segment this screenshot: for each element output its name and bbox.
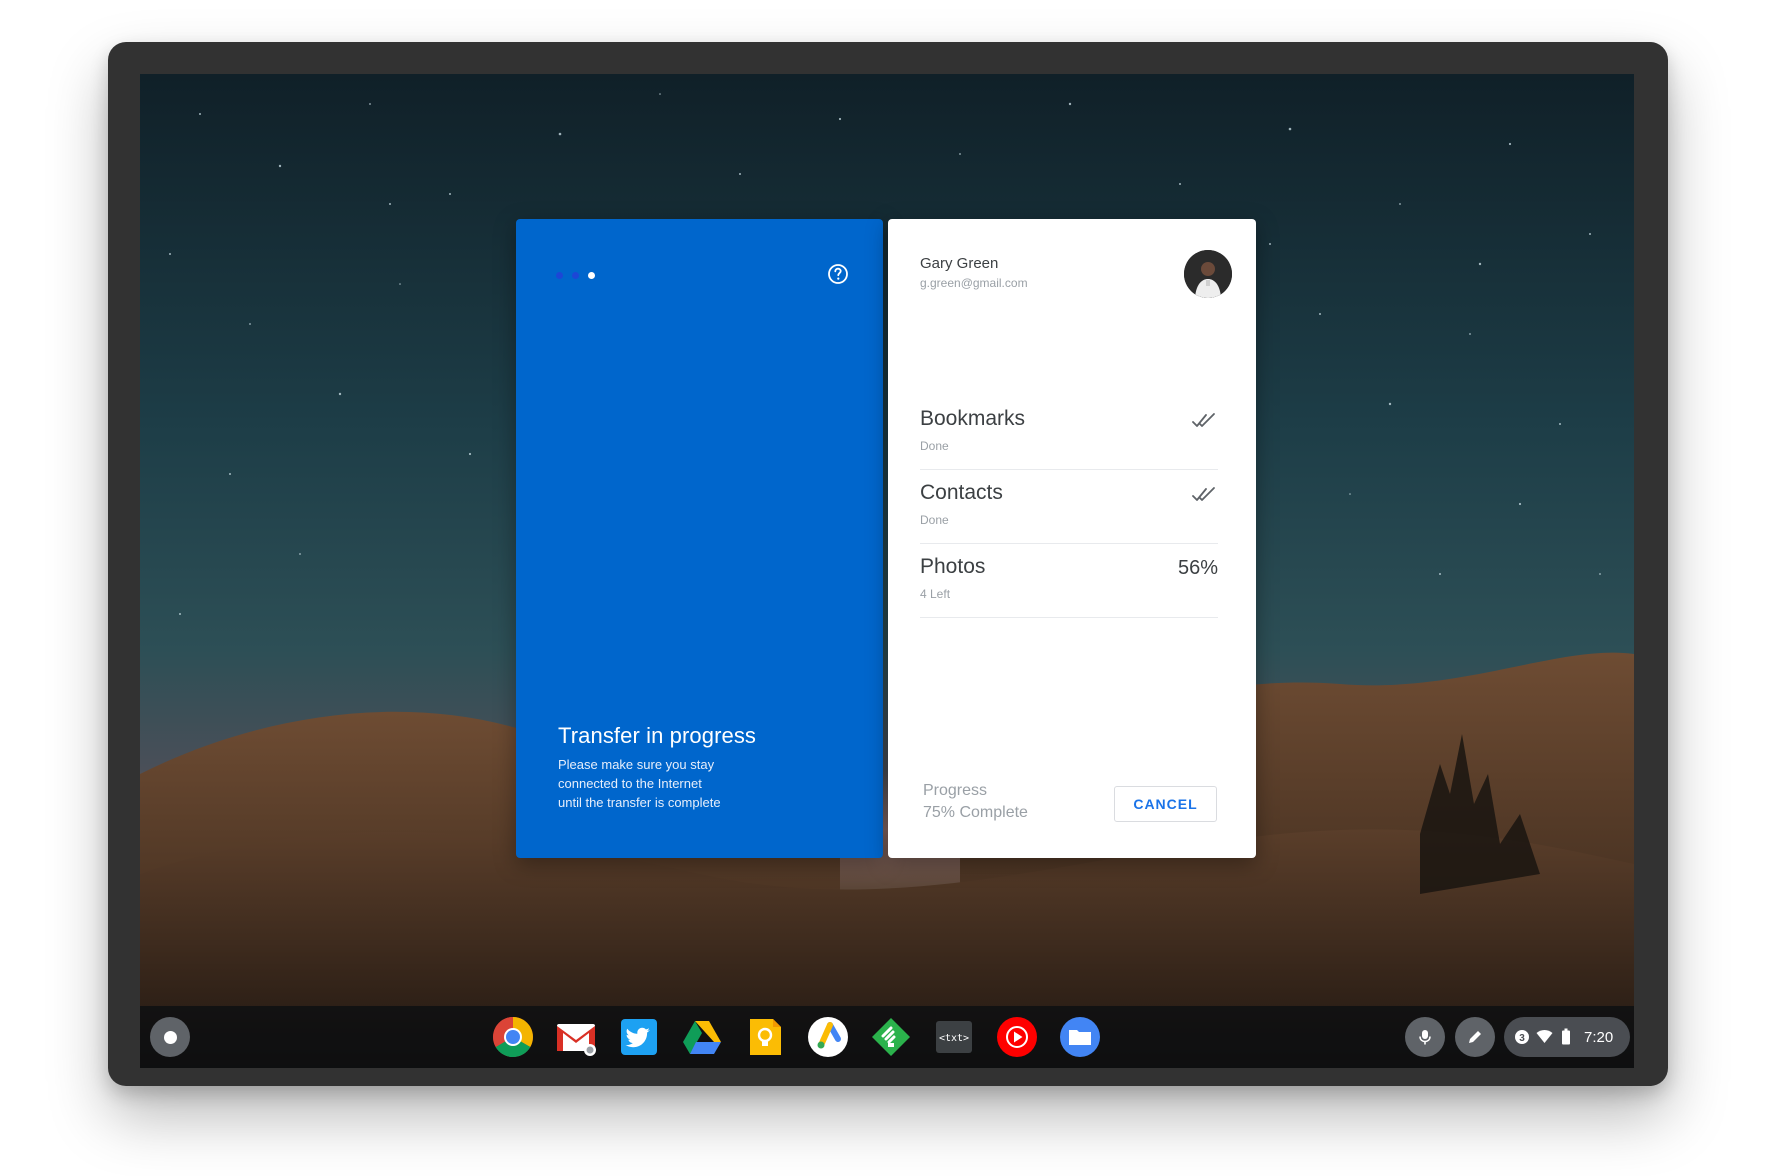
gmail-icon[interactable] bbox=[554, 1015, 598, 1059]
avatar bbox=[1184, 250, 1232, 298]
twitter-icon[interactable] bbox=[617, 1015, 661, 1059]
progress-label: Progress bbox=[923, 782, 988, 799]
google-keep-icon[interactable] bbox=[743, 1015, 787, 1059]
sync-row-contacts: Contacts Done bbox=[920, 469, 1218, 544]
wallpaper bbox=[140, 74, 1634, 1068]
status-tray[interactable]: 3 7:20 bbox=[1504, 1017, 1630, 1057]
wifi-icon bbox=[1536, 1030, 1553, 1043]
battery-icon bbox=[1562, 1028, 1570, 1045]
transfer-message-line: connected to the Internet bbox=[558, 776, 702, 791]
sync-item-label: Contacts bbox=[920, 481, 1003, 504]
files-icon[interactable] bbox=[1058, 1015, 1102, 1059]
sync-item-status: Done bbox=[920, 513, 949, 527]
transfer-message-line: until the transfer is complete bbox=[558, 795, 721, 810]
sync-status-card: Gary Green g.green@gmail.com Bookmarks D… bbox=[888, 219, 1256, 858]
chrome-icon[interactable] bbox=[491, 1015, 535, 1059]
microphone-button[interactable] bbox=[1405, 1017, 1445, 1057]
sync-row-photos: Photos 4 Left 56% bbox=[920, 543, 1218, 618]
help-icon[interactable] bbox=[827, 263, 849, 285]
step-dot bbox=[556, 271, 563, 279]
pen-icon bbox=[1469, 1031, 1481, 1043]
google-ads-icon[interactable] bbox=[806, 1015, 850, 1059]
microphone-icon bbox=[1419, 1030, 1431, 1045]
text-editor-label: <txt> bbox=[939, 1033, 969, 1044]
cancel-button[interactable]: CANCEL bbox=[1114, 786, 1217, 822]
notification-count: 3 bbox=[1519, 1033, 1525, 1044]
launcher-button[interactable] bbox=[150, 1017, 190, 1057]
shelf: <txt> 3 7:20 bbox=[140, 1006, 1634, 1068]
account-name: Gary Green bbox=[920, 255, 999, 272]
youtube-music-icon[interactable] bbox=[995, 1015, 1039, 1059]
double-check-icon bbox=[1192, 413, 1215, 427]
sync-item-status: 4 Left bbox=[920, 587, 951, 601]
clock: 7:20 bbox=[1584, 1029, 1614, 1046]
transfer-card: Transfer in progress Please make sure yo… bbox=[516, 219, 883, 858]
transfer-title: Transfer in progress bbox=[558, 723, 757, 748]
progress-value: 75% Complete bbox=[923, 804, 1028, 821]
transfer-message-line: Please make sure you stay bbox=[558, 757, 715, 772]
sync-item-status: Done bbox=[920, 439, 949, 453]
sync-row-bookmarks: Bookmarks Done bbox=[920, 395, 1218, 470]
step-dot-active bbox=[588, 271, 595, 279]
sync-item-percent: 56% bbox=[1177, 557, 1218, 579]
notification-count-icon: 3 bbox=[1515, 1030, 1529, 1044]
desktop-screen: Transfer in progress Please make sure yo… bbox=[140, 74, 1634, 1068]
stylus-button[interactable] bbox=[1455, 1017, 1495, 1057]
transfer-message: Please make sure you stay connected to t… bbox=[558, 755, 788, 812]
sync-item-label: Bookmarks bbox=[920, 407, 1026, 430]
sync-item-label: Photos bbox=[920, 555, 986, 578]
google-drive-icon[interactable] bbox=[680, 1015, 724, 1059]
double-check-icon bbox=[1192, 487, 1215, 501]
account-email: g.green@gmail.com bbox=[920, 276, 1028, 290]
text-editor-icon[interactable]: <txt> bbox=[932, 1015, 976, 1059]
launcher-icon bbox=[163, 1030, 177, 1044]
step-indicator bbox=[556, 271, 595, 279]
feedly-icon[interactable] bbox=[869, 1015, 913, 1059]
step-dot bbox=[572, 271, 579, 279]
